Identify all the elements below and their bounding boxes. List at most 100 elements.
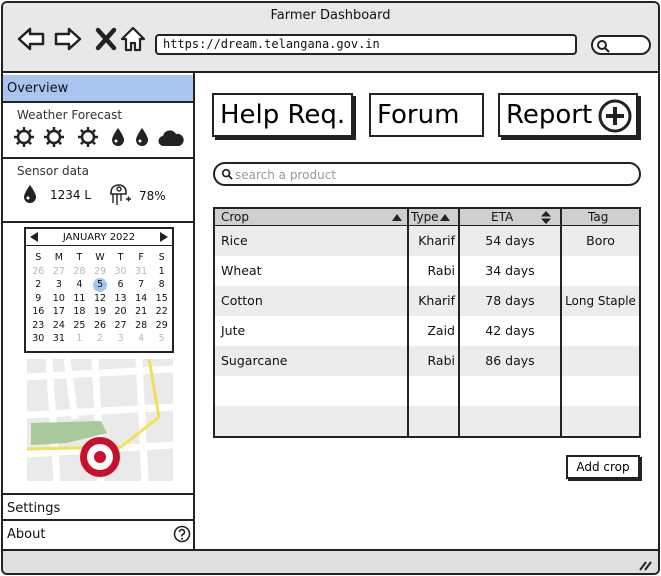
- cell-tag: Boro: [586, 233, 615, 248]
- calendar-day[interactable]: 27: [110, 319, 131, 333]
- calendar-day[interactable]: 2: [28, 278, 49, 292]
- calendar-weekday: S: [158, 252, 165, 263]
- sun-icon: [44, 127, 64, 147]
- calendar-day[interactable]: 4: [69, 278, 90, 292]
- cell-eta: 34 days: [485, 263, 535, 278]
- help-request-button[interactable]: Help Req.: [212, 93, 353, 137]
- sort-asc-icon[interactable]: [392, 214, 402, 221]
- column-header-tag[interactable]: Tag: [588, 209, 608, 226]
- calendar-day-other-month[interactable]: 30: [110, 265, 131, 279]
- sidebar-item-about[interactable]: About: [3, 521, 193, 547]
- calendar-weekday: M: [54, 252, 63, 263]
- calendar-day[interactable]: 15: [151, 292, 172, 306]
- calendar-day[interactable]: 7: [131, 278, 152, 292]
- next-month-icon[interactable]: [160, 232, 168, 242]
- forward-icon[interactable]: [54, 25, 82, 53]
- calendar-month-label: JANUARY 2022: [62, 232, 136, 243]
- cell-type: Rabi: [427, 263, 455, 278]
- add-crop-button[interactable]: Add crop: [566, 455, 640, 479]
- sidebar-item-overview[interactable]: Overview: [3, 75, 193, 103]
- calendar-day[interactable]: 19: [90, 305, 111, 319]
- column-header-crop[interactable]: Crop: [221, 209, 249, 226]
- calendar-day-other-month[interactable]: 26: [28, 265, 49, 279]
- browser-search-field[interactable]: [591, 35, 651, 55]
- calendar-day-other-month[interactable]: 1: [69, 332, 90, 346]
- calendar-day-other-month[interactable]: 5: [151, 332, 172, 346]
- column-header-type[interactable]: Type: [411, 209, 439, 226]
- calendar-day[interactable]: 28: [131, 319, 152, 333]
- report-button[interactable]: Report: [498, 93, 638, 137]
- column-divider: [458, 209, 460, 436]
- calendar-day[interactable]: 20: [110, 305, 131, 319]
- cell-eta: 86 days: [485, 353, 535, 368]
- calendar-day[interactable]: 9: [28, 292, 49, 306]
- calendar-day[interactable]: 13: [110, 292, 131, 306]
- cell-crop: Jute: [221, 323, 246, 338]
- calendar-day[interactable]: 1: [151, 265, 172, 279]
- calendar-day[interactable]: 14: [131, 292, 152, 306]
- calendar-day[interactable]: 21: [131, 305, 152, 319]
- plus-circle-icon: [598, 99, 632, 133]
- calendar-day-other-month[interactable]: 4: [131, 332, 152, 346]
- calendar-day-other-month[interactable]: 29: [90, 265, 111, 279]
- humidity-icon: [110, 184, 131, 205]
- home-icon[interactable]: [119, 25, 147, 53]
- back-icon[interactable]: [17, 25, 45, 53]
- cloud-icon: [158, 130, 184, 147]
- forum-button[interactable]: Forum: [369, 93, 484, 137]
- sort-both-icon[interactable]: [541, 211, 551, 224]
- calendar-day-other-month[interactable]: 2: [90, 332, 111, 346]
- calendar-day[interactable]: 17: [49, 305, 70, 319]
- product-search-field[interactable]: [213, 162, 641, 186]
- calendar-day[interactable]: 6: [110, 278, 131, 292]
- calendar-grid: S M T W T F S 26 27 28 29 30 31 1 2 3 4 5 6 7 8 9 10 11 12 13 14 15…: [28, 251, 172, 346]
- calendar-day[interactable]: 26: [90, 319, 111, 333]
- cell-crop: Sugarcane: [221, 353, 288, 368]
- cell-crop: Rice: [221, 233, 248, 248]
- calendar-day-other-month[interactable]: 28: [69, 265, 90, 279]
- calendar-day-other-month[interactable]: 27: [49, 265, 70, 279]
- close-icon[interactable]: [92, 25, 120, 53]
- calendar-day[interactable]: 29: [151, 319, 172, 333]
- cell-tag: Long Staple: [565, 294, 636, 308]
- calendar: JANUARY 2022 S M T W T F S 26 27 28 29 30 31 1 2 3 4 5 6 7 8…: [24, 227, 174, 353]
- cell-eta: 42 days: [485, 323, 535, 338]
- prev-month-icon[interactable]: [30, 232, 38, 242]
- weather-forecast-panel: Weather Forecast: [3, 103, 193, 159]
- sort-asc-icon[interactable]: [440, 214, 450, 221]
- calendar-day[interactable]: 23: [28, 319, 49, 333]
- calendar-day[interactable]: 30: [28, 332, 49, 346]
- calendar-day[interactable]: 25: [69, 319, 90, 333]
- calendar-day[interactable]: 5: [92, 278, 107, 292]
- drop-icon: [112, 128, 124, 146]
- calendar-day[interactable]: 10: [49, 292, 70, 306]
- cell-tag: [562, 256, 639, 286]
- calendar-header: JANUARY 2022: [26, 229, 172, 246]
- product-search-input[interactable]: [235, 166, 625, 183]
- calendar-day-other-month[interactable]: 31: [131, 265, 152, 279]
- calendar-day[interactable]: 3: [49, 278, 70, 292]
- cell-type: Kharif: [418, 293, 455, 308]
- table-header: Crop Type ETA Tag: [215, 209, 639, 226]
- cell-type: Rabi: [427, 353, 455, 368]
- calendar-day[interactable]: 8: [151, 278, 172, 292]
- calendar-day[interactable]: 18: [69, 305, 90, 319]
- url-field[interactable]: https://dream.telangana.gov.in: [155, 34, 577, 55]
- calendar-day[interactable]: 16: [28, 305, 49, 319]
- sidebar-item-settings[interactable]: Settings: [3, 493, 193, 521]
- calendar-day-other-month[interactable]: 3: [110, 332, 131, 346]
- crop-table: Crop Type ETA Tag Rice Kharif 54 days Bo…: [213, 207, 641, 438]
- calendar-day[interactable]: 22: [151, 305, 172, 319]
- column-header-eta[interactable]: ETA: [491, 209, 513, 226]
- resize-handle-icon[interactable]: [638, 559, 652, 571]
- window-title: Farmer Dashboard: [270, 8, 391, 23]
- calendar-day[interactable]: 24: [49, 319, 70, 333]
- search-icon: [597, 40, 610, 53]
- map-widget[interactable]: [27, 359, 173, 481]
- calendar-day[interactable]: 11: [69, 292, 90, 306]
- sun-icon: [14, 127, 34, 147]
- cell-type: Zaid: [427, 323, 455, 338]
- help-icon[interactable]: [173, 525, 191, 543]
- calendar-day[interactable]: 12: [90, 292, 111, 306]
- calendar-day[interactable]: 31: [49, 332, 70, 346]
